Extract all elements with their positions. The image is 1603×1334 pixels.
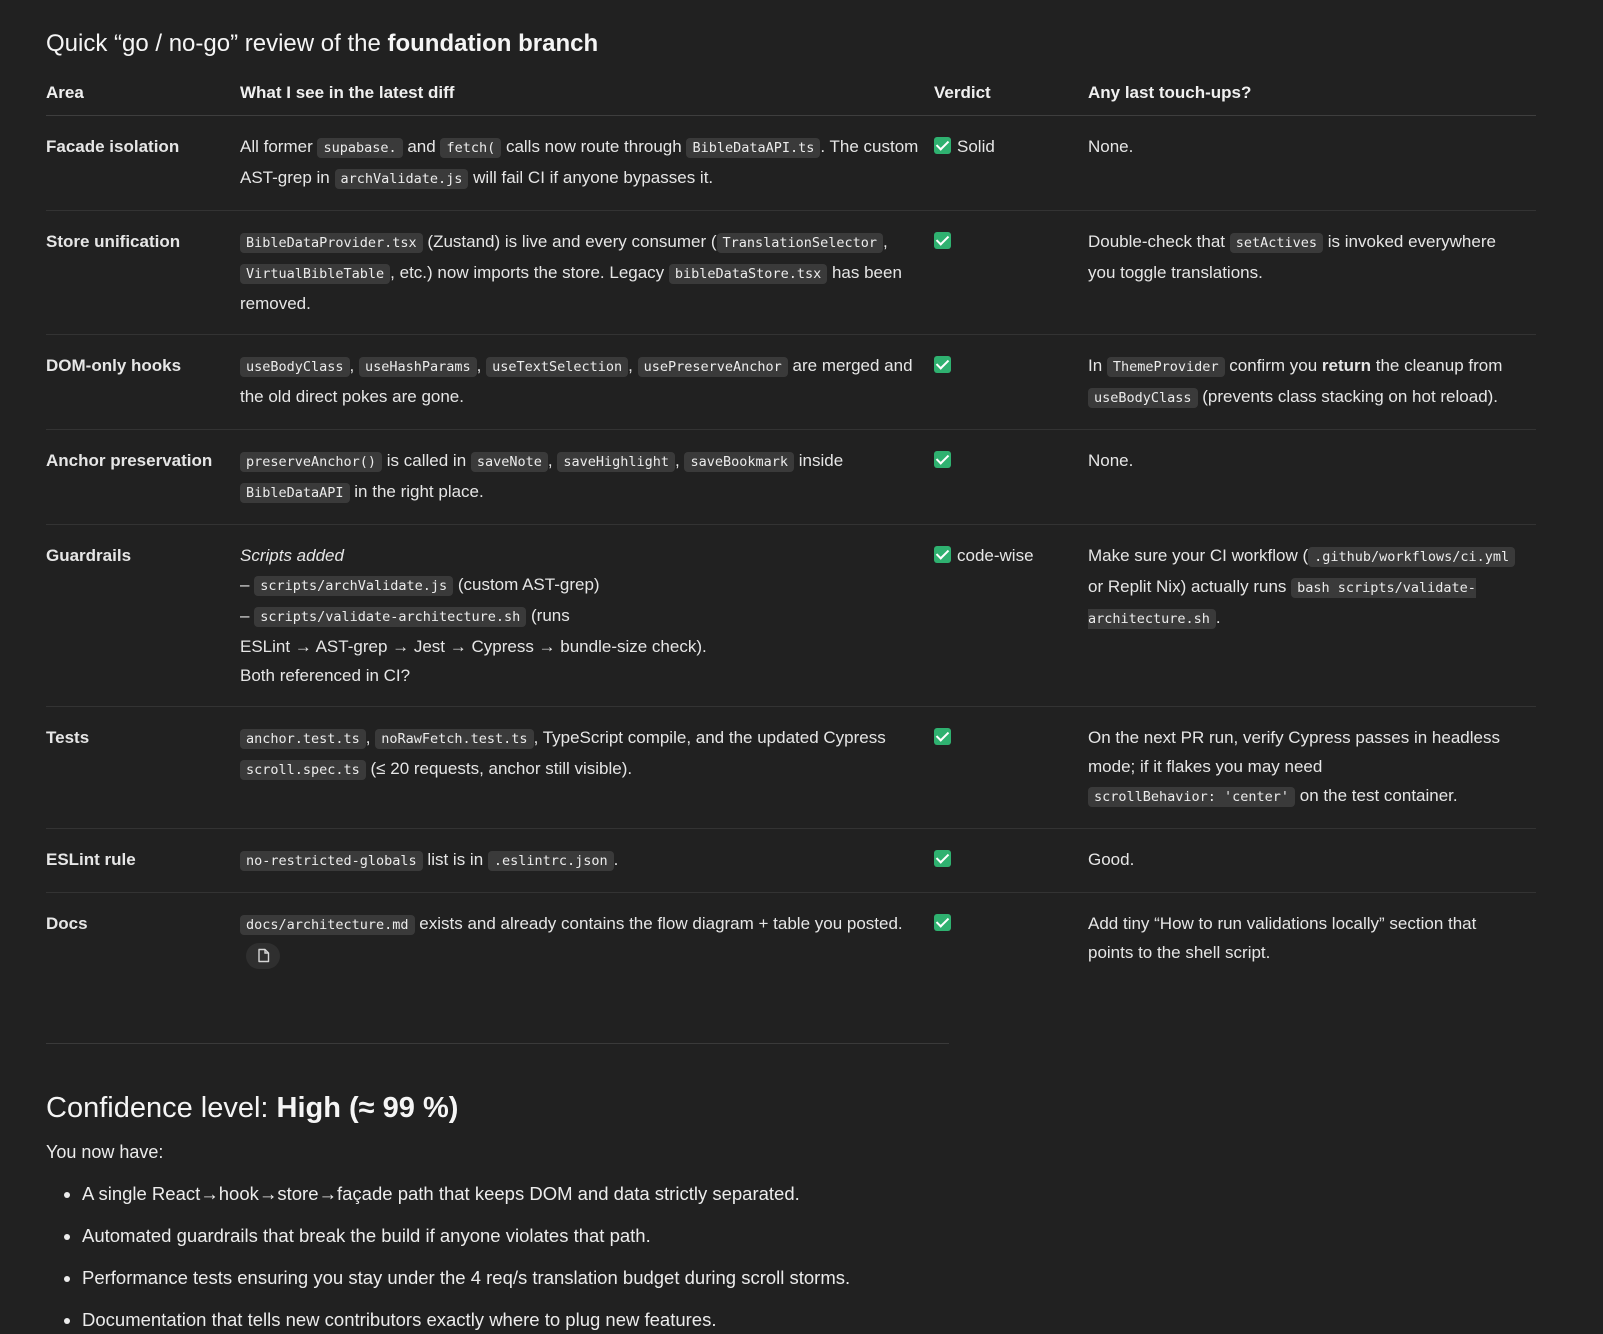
- inline-code: .github/workflows/ci.yml: [1308, 547, 1516, 567]
- touchup-cell: Double-check that setActives is invoked …: [1088, 210, 1536, 335]
- area-cell: Guardrails: [46, 524, 240, 707]
- table-header-row: Area What I see in the latest diff Verdi…: [46, 76, 1536, 116]
- area-cell: Facade isolation: [46, 115, 240, 211]
- inline-code: preserveAnchor(): [240, 452, 383, 472]
- touchup-cell: On the next PR run, verify Cypress passe…: [1088, 706, 1536, 829]
- inline-code: noRawFetch.test.ts: [375, 729, 534, 749]
- inline-code: fetch(: [440, 138, 502, 158]
- touchup-cell: None.: [1088, 429, 1536, 525]
- area-cell: Store unification: [46, 210, 240, 335]
- inline-code: setActives: [1229, 233, 1324, 253]
- diff-cell: no-restricted-globals list is in .eslint…: [240, 828, 934, 893]
- list-item: Automated guardrails that break the buil…: [82, 1221, 1536, 1250]
- area-cell: DOM-only hooks: [46, 334, 240, 430]
- inline-code: saveBookmark: [684, 452, 795, 472]
- diff-cell: useBodyClass, useHashParams, useTextSele…: [240, 334, 934, 430]
- area-cell: Anchor preservation: [46, 429, 240, 525]
- summary-intro: You now have:: [46, 1142, 164, 1162]
- column-header-touchups: Any last touch-ups?: [1088, 76, 1536, 116]
- check-mark-icon: [934, 850, 951, 867]
- inline-code: VirtualBibleTable: [240, 264, 391, 284]
- copy-button[interactable]: [246, 942, 280, 969]
- verdict-cell: code-wise: [934, 524, 1088, 707]
- diff-cell: Scripts added – scripts/archValidate.js …: [240, 524, 934, 707]
- column-header-verdict: Verdict: [934, 76, 1088, 116]
- check-mark-icon: [934, 137, 951, 154]
- inline-code: ThemeProvider: [1106, 357, 1225, 377]
- verdict-cell: [934, 429, 1088, 525]
- inline-code: BibleDataAPI: [240, 483, 350, 503]
- table-row: Docs docs/architecture.md exists and alr…: [46, 893, 1536, 986]
- review-document: Quick “go / no-go” review of the foundat…: [0, 0, 1536, 1334]
- touchup-cell: Good.: [1088, 828, 1536, 893]
- area-cell: Docs: [46, 914, 88, 933]
- inline-code: saveNote: [470, 452, 548, 472]
- section-divider: [46, 1043, 949, 1044]
- touchup-cell: None.: [1088, 115, 1536, 211]
- column-header-diff: What I see in the latest diff: [240, 76, 934, 116]
- inline-code: anchor.test.ts: [240, 729, 366, 749]
- diff-cell: BibleDataProvider.tsx (Zustand) is live …: [240, 210, 934, 335]
- inline-code: archValidate.js: [334, 169, 469, 189]
- verdict-cell: [934, 893, 1088, 986]
- inline-code: useBodyClass: [240, 357, 350, 377]
- check-mark-icon: [934, 232, 951, 249]
- list-item: A single React→hook→store→façade path th…: [82, 1179, 1536, 1208]
- diff-cell: anchor.test.ts, noRawFetch.test.ts, Type…: [240, 706, 934, 829]
- inline-code: no-restricted-globals: [240, 851, 423, 871]
- inline-code: useBodyClass: [1088, 388, 1198, 408]
- confidence-heading: Confidence level: High (≈ 99 %): [46, 1092, 459, 1124]
- inline-code: bibleDataStore.tsx: [668, 264, 828, 284]
- inline-code: scrollBehavior: 'center': [1088, 787, 1296, 807]
- check-mark-icon: [934, 914, 951, 931]
- diff-cell: preserveAnchor() is called in saveNote, …: [240, 429, 934, 525]
- inline-code: scripts/archValidate.js: [254, 576, 454, 596]
- table-row: Anchor preservation preserveAnchor() is …: [46, 429, 1536, 525]
- table-row: Store unification BibleDataProvider.tsx …: [46, 210, 1536, 335]
- inline-code: .eslintrc.json: [487, 851, 614, 871]
- area-cell: ESLint rule: [46, 828, 240, 893]
- inline-code: docs/architecture.md: [240, 915, 415, 935]
- inline-code: useHashParams: [359, 357, 477, 377]
- inline-code: useTextSelection: [486, 357, 629, 377]
- summary-list: A single React→hook→store→façade path th…: [46, 1179, 1536, 1334]
- inline-code: scripts/validate-architecture.sh: [254, 607, 527, 627]
- review-heading: Quick “go / no-go” review of the foundat…: [46, 30, 599, 57]
- table-row: Facade isolation All former supabase. an…: [46, 115, 1536, 211]
- list-item: Documentation that tells new contributor…: [82, 1305, 1536, 1334]
- inline-code: BibleDataProvider.tsx: [240, 233, 423, 253]
- review-table: Area What I see in the latest diff Verdi…: [46, 76, 1536, 985]
- verdict-cell: [934, 706, 1088, 829]
- table-row: Guardrails Scripts added – scripts/archV…: [46, 524, 1536, 707]
- touchup-cell: In ThemeProvider confirm you return the …: [1088, 334, 1536, 430]
- inline-code: BibleDataAPI.ts: [686, 138, 821, 158]
- copy-icon: [257, 948, 269, 963]
- diff-cell: All former supabase. and fetch( calls no…: [240, 115, 934, 211]
- column-header-area: Area: [46, 76, 240, 116]
- check-mark-icon: [934, 356, 951, 373]
- table-row: Tests anchor.test.ts, noRawFetch.test.ts…: [46, 706, 1536, 829]
- diff-cell: docs/architecture.md exists and already …: [240, 893, 934, 986]
- verdict-cell: [934, 828, 1088, 893]
- touchup-cell: Make sure your CI workflow (.github/work…: [1088, 524, 1536, 707]
- check-mark-icon: [934, 546, 951, 563]
- check-mark-icon: [934, 728, 951, 745]
- table-row: ESLint rule no-restricted-globals list i…: [46, 828, 1536, 893]
- inline-code: usePreserveAnchor: [637, 357, 788, 377]
- check-mark-icon: [934, 451, 951, 468]
- inline-code: TranslationSelector: [716, 233, 883, 253]
- table-row: DOM-only hooks useBodyClass, useHashPara…: [46, 334, 1536, 430]
- area-cell: Tests: [46, 706, 240, 829]
- list-item: Performance tests ensuring you stay unde…: [82, 1263, 1536, 1292]
- touchup-cell: Add tiny “How to run validations locally…: [1088, 914, 1477, 962]
- verdict-cell: [934, 334, 1088, 430]
- inline-code: saveHighlight: [557, 452, 676, 472]
- verdict-cell: [934, 210, 1088, 335]
- inline-code: scroll.spec.ts: [240, 760, 366, 780]
- inline-code: supabase.: [317, 138, 403, 158]
- verdict-cell: Solid: [934, 115, 1088, 211]
